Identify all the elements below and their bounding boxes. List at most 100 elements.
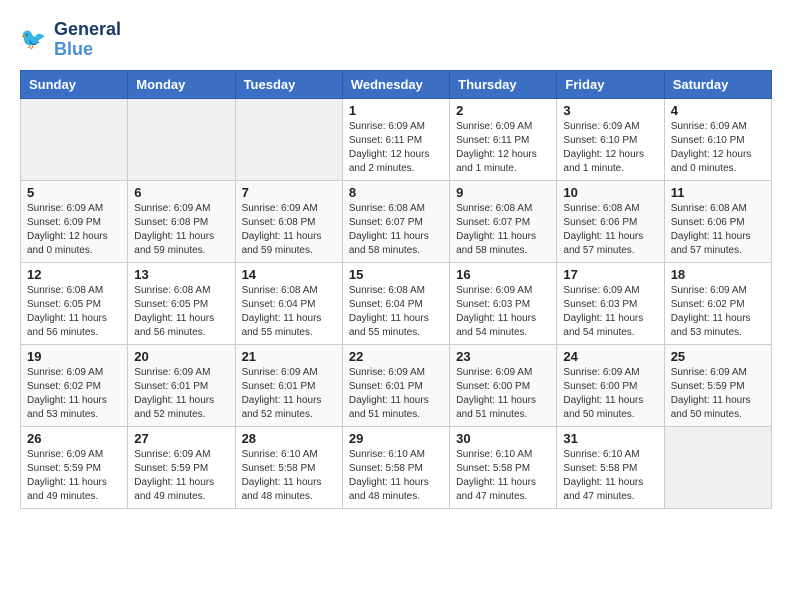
- day-number: 28: [242, 431, 336, 446]
- calendar-cell: 28 Sunrise: 6:10 AMSunset: 5:58 PMDayligh…: [235, 426, 342, 508]
- day-number: 10: [563, 185, 657, 200]
- page-header: 🐦 General Blue: [20, 20, 772, 60]
- day-info: Sunrise: 6:09 AMSunset: 6:02 PMDaylight:…: [671, 284, 765, 340]
- calendar-week-row: 19 Sunrise: 6:09 AMSunset: 6:02 PMDayligh…: [21, 344, 772, 426]
- weekday-header-monday: Monday: [128, 70, 235, 98]
- day-number: 18: [671, 267, 765, 282]
- calendar-cell: [128, 98, 235, 180]
- calendar-cell: 19 Sunrise: 6:09 AMSunset: 6:02 PMDayligh…: [21, 344, 128, 426]
- day-number: 30: [456, 431, 550, 446]
- day-info: Sunrise: 6:09 AMSunset: 6:00 PMDaylight:…: [563, 366, 657, 422]
- day-info: Sunrise: 6:08 AMSunset: 6:07 PMDaylight:…: [349, 202, 443, 258]
- day-number: 3: [563, 103, 657, 118]
- weekday-header-thursday: Thursday: [450, 70, 557, 98]
- calendar-header-row: SundayMondayTuesdayWednesdayThursdayFrid…: [21, 70, 772, 98]
- calendar-cell: 3Sunrise: 6:09 AMSunset: 6:10 PMDaylight…: [557, 98, 664, 180]
- calendar-cell: 5Sunrise: 6:09 AMSunset: 6:09 PMDaylight…: [21, 180, 128, 262]
- calendar-cell: [664, 426, 771, 508]
- calendar-cell: 12 Sunrise: 6:08 AMSunset: 6:05 PMDayligh…: [21, 262, 128, 344]
- day-info: Sunrise: 6:08 AMSunset: 6:06 PMDaylight:…: [563, 202, 657, 258]
- day-number: 6: [134, 185, 228, 200]
- day-number: 20: [134, 349, 228, 364]
- day-number: 21: [242, 349, 336, 364]
- calendar-cell: [235, 98, 342, 180]
- day-number: 2: [456, 103, 550, 118]
- day-info: Sunrise: 6:08 AMSunset: 6:05 PMDaylight:…: [27, 284, 121, 340]
- day-number: 11: [671, 185, 765, 200]
- day-number: 13: [134, 267, 228, 282]
- calendar-cell: 16 Sunrise: 6:09 AMSunset: 6:03 PMDayligh…: [450, 262, 557, 344]
- calendar-cell: 30 Sunrise: 6:10 AMSunset: 5:58 PMDayligh…: [450, 426, 557, 508]
- day-number: 27: [134, 431, 228, 446]
- day-number: 9: [456, 185, 550, 200]
- day-info: Sunrise: 6:09 AMSunset: 6:11 PMDaylight:…: [456, 120, 550, 176]
- day-info: Sunrise: 6:10 AMSunset: 5:58 PMDaylight:…: [456, 448, 550, 504]
- day-info: Sunrise: 6:08 AMSunset: 6:06 PMDaylight:…: [671, 202, 765, 258]
- calendar-week-row: 1Sunrise: 6:09 AMSunset: 6:11 PMDaylight…: [21, 98, 772, 180]
- logo: 🐦 General Blue: [20, 20, 121, 60]
- day-info: Sunrise: 6:09 AMSunset: 6:03 PMDaylight:…: [563, 284, 657, 340]
- calendar-week-row: 5Sunrise: 6:09 AMSunset: 6:09 PMDaylight…: [21, 180, 772, 262]
- day-info: Sunrise: 6:08 AMSunset: 6:04 PMDaylight:…: [242, 284, 336, 340]
- calendar-cell: 18 Sunrise: 6:09 AMSunset: 6:02 PMDayligh…: [664, 262, 771, 344]
- day-info: Sunrise: 6:09 AMSunset: 6:10 PMDaylight:…: [671, 120, 765, 176]
- day-info: Sunrise: 6:09 AMSunset: 6:00 PMDaylight:…: [456, 366, 550, 422]
- calendar-cell: 29 Sunrise: 6:10 AMSunset: 5:58 PMDayligh…: [342, 426, 449, 508]
- day-info: Sunrise: 6:10 AMSunset: 5:58 PMDaylight:…: [242, 448, 336, 504]
- calendar-cell: 22Sunrise: 6:09 AMSunset: 6:01 PMDayligh…: [342, 344, 449, 426]
- calendar-cell: 25 Sunrise: 6:09 AMSunset: 5:59 PMDayligh…: [664, 344, 771, 426]
- day-number: 25: [671, 349, 765, 364]
- calendar-cell: 17Sunrise: 6:09 AMSunset: 6:03 PMDayligh…: [557, 262, 664, 344]
- day-info: Sunrise: 6:08 AMSunset: 6:05 PMDaylight:…: [134, 284, 228, 340]
- calendar-cell: 26 Sunrise: 6:09 AMSunset: 5:59 PMDayligh…: [21, 426, 128, 508]
- day-info: Sunrise: 6:08 AMSunset: 6:04 PMDaylight:…: [349, 284, 443, 340]
- day-info: Sunrise: 6:09 AMSunset: 6:03 PMDaylight:…: [456, 284, 550, 340]
- weekday-header-saturday: Saturday: [664, 70, 771, 98]
- calendar-table: SundayMondayTuesdayWednesdayThursdayFrid…: [20, 70, 772, 509]
- calendar-cell: 8 Sunrise: 6:08 AMSunset: 6:07 PMDaylight…: [342, 180, 449, 262]
- calendar-cell: 27Sunrise: 6:09 AMSunset: 5:59 PMDayligh…: [128, 426, 235, 508]
- day-number: 7: [242, 185, 336, 200]
- day-info: Sunrise: 6:09 AMSunset: 6:08 PMDaylight:…: [242, 202, 336, 258]
- calendar-cell: 20 Sunrise: 6:09 AMSunset: 6:01 PMDayligh…: [128, 344, 235, 426]
- calendar-cell: [21, 98, 128, 180]
- day-info: Sunrise: 6:10 AMSunset: 5:58 PMDaylight:…: [563, 448, 657, 504]
- calendar-cell: 21 Sunrise: 6:09 AMSunset: 6:01 PMDayligh…: [235, 344, 342, 426]
- calendar-week-row: 26 Sunrise: 6:09 AMSunset: 5:59 PMDayligh…: [21, 426, 772, 508]
- day-number: 19: [27, 349, 121, 364]
- day-info: Sunrise: 6:09 AMSunset: 6:01 PMDaylight:…: [134, 366, 228, 422]
- day-number: 24: [563, 349, 657, 364]
- day-number: 26: [27, 431, 121, 446]
- day-number: 8: [349, 185, 443, 200]
- calendar-cell: 11 Sunrise: 6:08 AMSunset: 6:06 PMDayligh…: [664, 180, 771, 262]
- day-info: Sunrise: 6:09 AMSunset: 6:09 PMDaylight:…: [27, 202, 121, 258]
- day-info: Sunrise: 6:09 AMSunset: 5:59 PMDaylight:…: [27, 448, 121, 504]
- day-number: 31: [563, 431, 657, 446]
- logo-text: General Blue: [54, 20, 121, 60]
- weekday-header-tuesday: Tuesday: [235, 70, 342, 98]
- calendar-cell: 1Sunrise: 6:09 AMSunset: 6:11 PMDaylight…: [342, 98, 449, 180]
- day-info: Sunrise: 6:09 AMSunset: 6:02 PMDaylight:…: [27, 366, 121, 422]
- day-info: Sunrise: 6:09 AMSunset: 6:01 PMDaylight:…: [242, 366, 336, 422]
- calendar-week-row: 12 Sunrise: 6:08 AMSunset: 6:05 PMDayligh…: [21, 262, 772, 344]
- day-number: 23: [456, 349, 550, 364]
- svg-text:🐦: 🐦: [20, 28, 46, 51]
- calendar-cell: 31 Sunrise: 6:10 AMSunset: 5:58 PMDayligh…: [557, 426, 664, 508]
- day-number: 15: [349, 267, 443, 282]
- day-info: Sunrise: 6:09 AMSunset: 5:59 PMDaylight:…: [671, 366, 765, 422]
- calendar-body: 1Sunrise: 6:09 AMSunset: 6:11 PMDaylight…: [21, 98, 772, 508]
- day-number: 12: [27, 267, 121, 282]
- calendar-cell: 10 Sunrise: 6:08 AMSunset: 6:06 PMDayligh…: [557, 180, 664, 262]
- day-number: 14: [242, 267, 336, 282]
- calendar-cell: 9Sunrise: 6:08 AMSunset: 6:07 PMDaylight…: [450, 180, 557, 262]
- day-number: 16: [456, 267, 550, 282]
- weekday-header-sunday: Sunday: [21, 70, 128, 98]
- day-number: 29: [349, 431, 443, 446]
- calendar-cell: 14 Sunrise: 6:08 AMSunset: 6:04 PMDayligh…: [235, 262, 342, 344]
- calendar-cell: 2 Sunrise: 6:09 AMSunset: 6:11 PMDaylight…: [450, 98, 557, 180]
- calendar-cell: 24 Sunrise: 6:09 AMSunset: 6:00 PMDayligh…: [557, 344, 664, 426]
- day-info: Sunrise: 6:10 AMSunset: 5:58 PMDaylight:…: [349, 448, 443, 504]
- day-info: Sunrise: 6:09 AMSunset: 6:11 PMDaylight:…: [349, 120, 443, 176]
- calendar-cell: 6Sunrise: 6:09 AMSunset: 6:08 PMDaylight…: [128, 180, 235, 262]
- calendar-cell: 4Sunrise: 6:09 AMSunset: 6:10 PMDaylight…: [664, 98, 771, 180]
